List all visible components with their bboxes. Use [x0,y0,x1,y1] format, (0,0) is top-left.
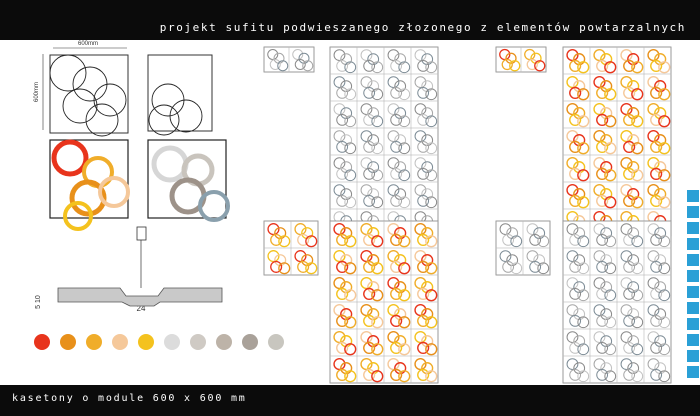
hanger-block [136,226,147,241]
color-swatch [60,334,76,350]
strip-square [687,238,699,250]
strip-square [687,270,699,282]
color-swatch [34,334,50,350]
color-swatch [112,334,128,350]
blue-squares-strip [684,190,700,385]
tile-circle [169,99,203,133]
tile-circle [72,66,108,102]
color-swatch [216,334,232,350]
width-dimension-label: 600mm [78,41,98,47]
strip-square [687,350,699,362]
color-swatch [86,334,102,350]
color-swatch [138,334,154,350]
tile-circle [151,83,185,117]
drawing-sheet: 600mm 600mm 5 10 24 [0,40,700,385]
tile-circle [85,103,119,137]
color-swatch [164,334,180,350]
section-height-label: 5 10 [35,295,42,309]
ceiling-drawing: 600mm 600mm 5 10 24 [34,41,672,384]
strip-square [687,334,699,346]
tile-outline-b [147,54,213,132]
color-swatch [268,334,284,350]
tile-circle [62,88,98,124]
height-dimension-label: 600mm [34,82,40,102]
strip-square [687,206,699,218]
tile-circle [93,83,127,117]
footer-caption: kasetony o module 600 x 600 mm [12,393,247,404]
color-swatch [242,334,258,350]
footer-bar: kasetony o module 600 x 600 mm [0,385,700,416]
strip-square [687,318,699,330]
strip-square [687,286,699,298]
page-title: projekt sufitu podwieszanego złozonego z… [159,21,686,34]
strip-square [687,302,699,314]
strip-square [687,254,699,266]
header-bar: projekt sufitu podwieszanego złozonego z… [0,0,700,40]
strip-square [687,222,699,234]
color-swatch [190,334,206,350]
strip-square [687,190,699,202]
ceiling-section-profile [57,287,223,307]
strip-square [687,366,699,378]
tile-circle [49,54,87,92]
